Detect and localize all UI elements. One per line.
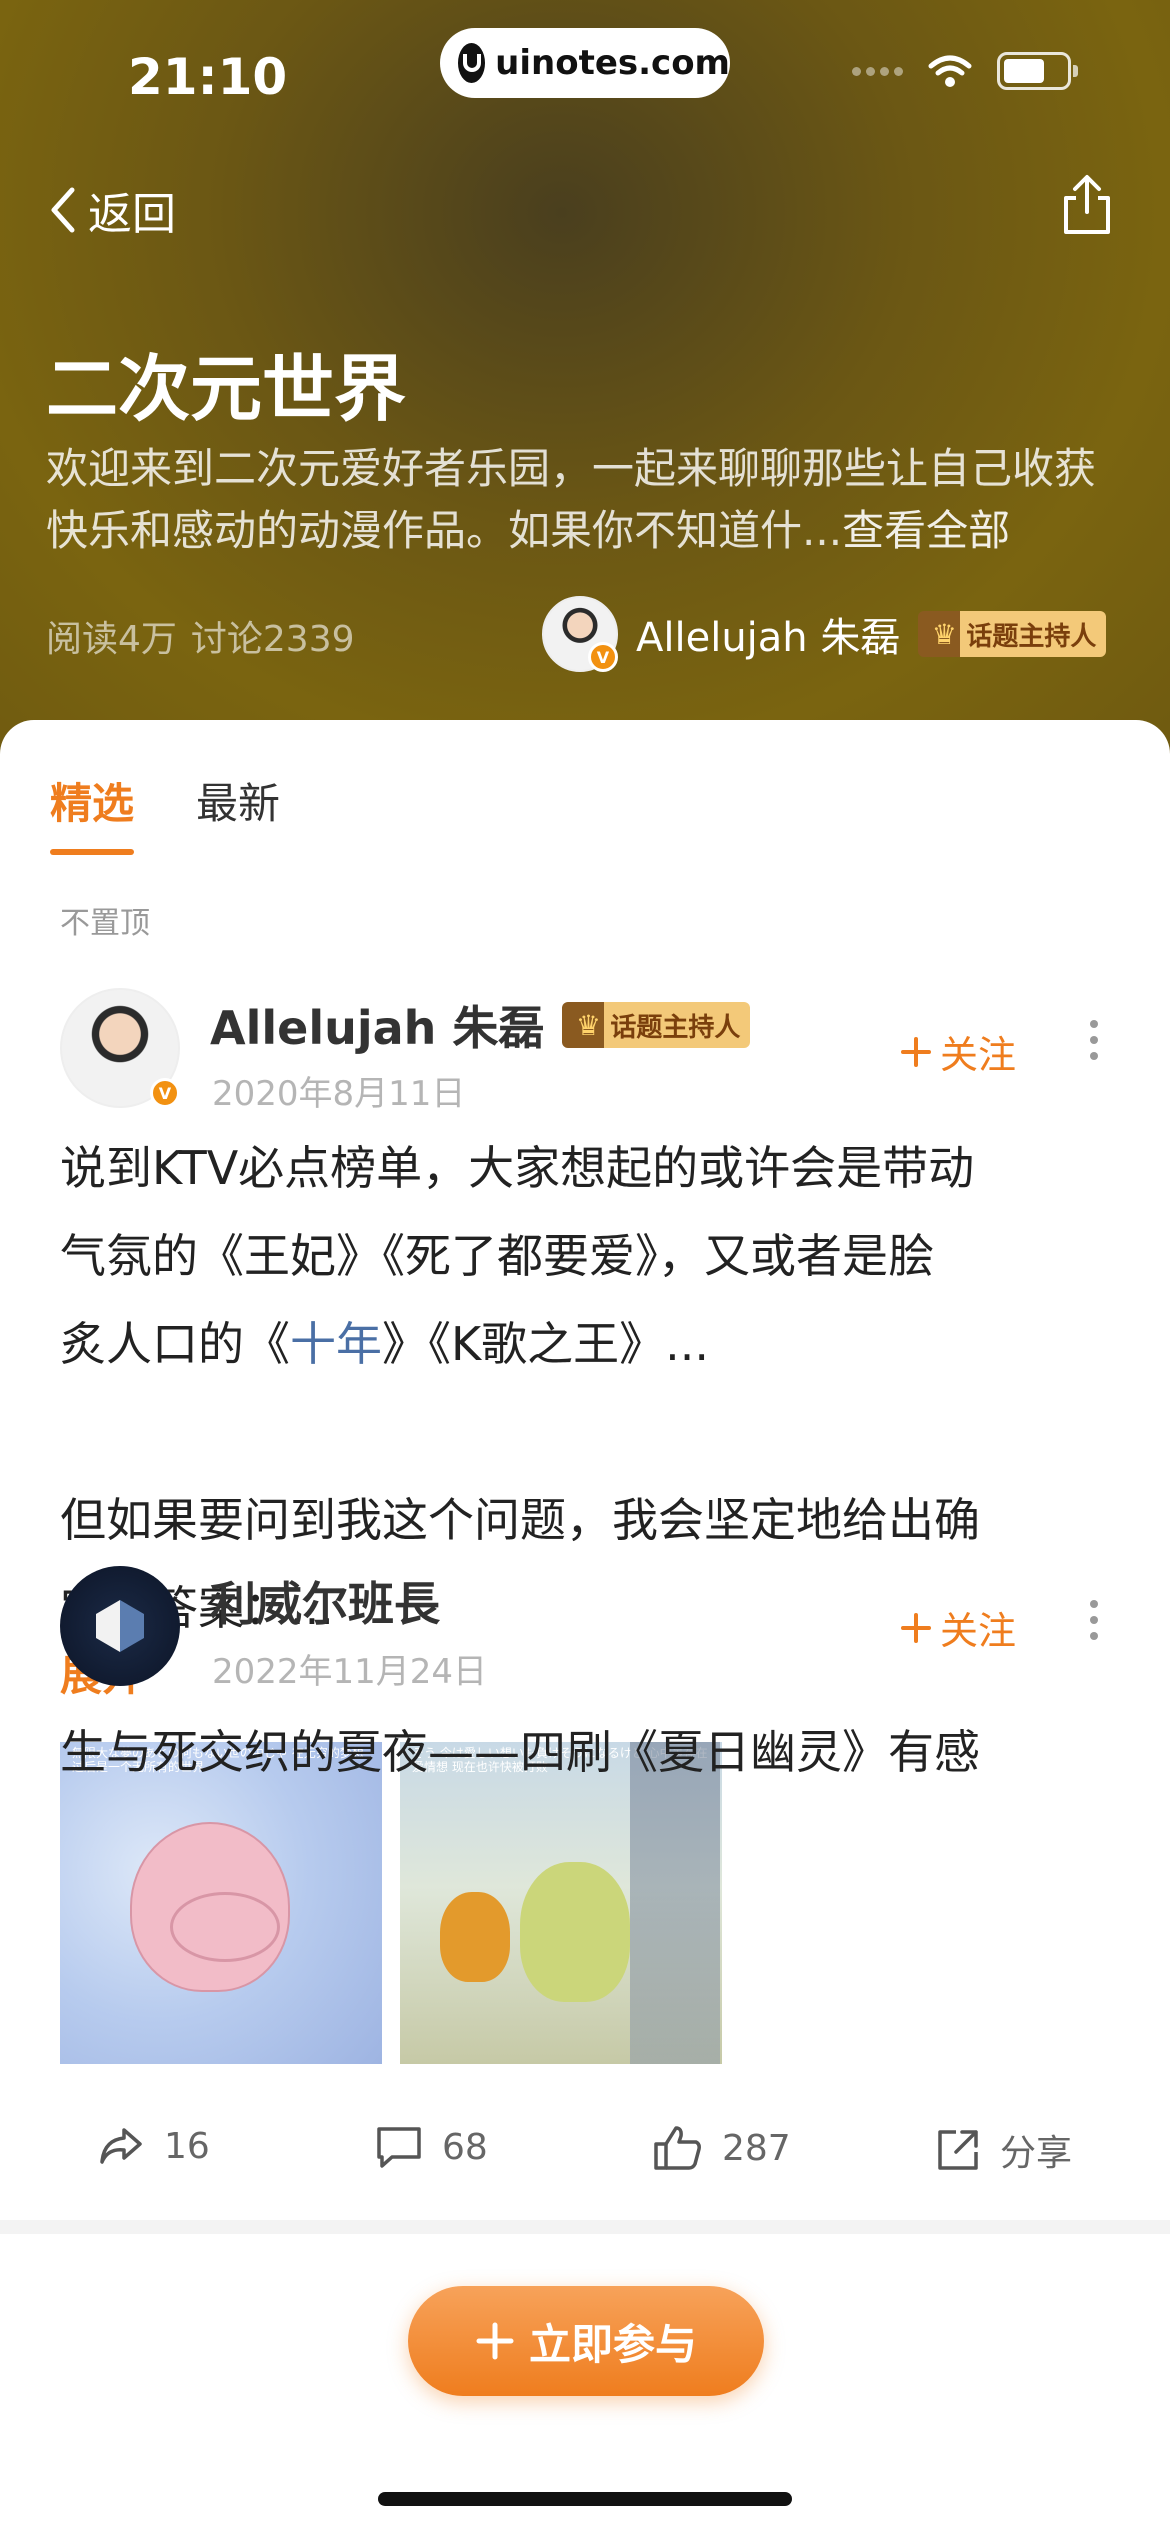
post-line: 说到KTV必点榜单，大家想起的或许会是带动 [60,1141,975,1195]
follow-button[interactable]: 关注 [900,1024,1016,1079]
battery-icon [997,52,1078,90]
song-link[interactable]: 十年 [290,1317,382,1371]
like-count: 287 [722,2127,791,2169]
post-line-part: 炙人口的《 [60,1317,290,1371]
post-author-avatar[interactable]: V [60,988,180,1108]
share-label: 分享 [1000,2133,1073,2174]
read-count: 阅读4万 [46,619,177,660]
host-avatar[interactable]: V [542,596,618,672]
pin-label: 不置顶 [60,906,150,941]
host-badge-label: 话题主持人 [966,621,1097,652]
post-header: V Allelujah 朱磊 ♛ 话题主持人 2020年8月11日 关注 [60,988,1120,1118]
crown-icon: ♛ [931,617,957,651]
topic-stats: 阅读4万 讨论2339 [46,610,355,662]
repost-count: 16 [164,2125,210,2167]
verified-badge-icon: V [588,642,618,672]
comment-button[interactable]: 68 [374,2124,488,2170]
post-date: 2020年8月11日 [212,1074,466,1114]
share-icon [1064,175,1110,234]
status-time: 21:10 [128,48,288,106]
post2-date: 2022年11月24日 [212,1652,488,1692]
host-badge: ♛ 话题主持人 [918,611,1107,657]
view-all-link[interactable]: 查看全部 [842,506,1010,555]
post2-text[interactable]: 生与死交织的夏夜——四刷《夏日幽灵》有感 [60,1716,980,1782]
post-author-name[interactable]: Allelujah 朱磊 [210,992,544,1058]
share-post-button[interactable]: 分享 [934,2124,1072,2176]
post-host-badge-label: 话题主持人 [610,1012,741,1043]
follow-label: 关注 [940,1033,1017,1077]
hat-brim-illustration [170,1892,280,1962]
status-indicators [852,52,1078,90]
post-image[interactable]: そう 今は愛しい想いも負けそうになるけど 心中虽存在爱情想 现在也许快被打败 [400,1742,722,2064]
follow-label-2: 关注 [940,1609,1017,1653]
home-indicator[interactable] [378,2492,792,2506]
share-button[interactable] [1058,172,1116,240]
more-options-icon-2[interactable] [1090,1600,1098,1640]
verified-badge-icon: V [150,1078,180,1108]
post-author: Allelujah 朱磊 ♛ 话题主持人 [210,992,751,1058]
post-line: 气氛的《王妃》《死了都要爱》，又或者是脍 [60,1229,934,1283]
topic-title: 二次元世界 [46,347,407,431]
like-button[interactable]: 287 [652,2124,791,2172]
host-name[interactable]: Allelujah 朱磊 [636,605,900,663]
repost-button[interactable]: 16 [96,2124,210,2168]
follow-button-2[interactable]: 关注 [900,1600,1016,1655]
plus-icon [476,2322,514,2360]
post2-author-avatar[interactable] [60,1566,180,1686]
url-pill: uinotes.com [440,28,730,98]
post-image[interactable]: 無限大な夢のあとの何もない世の中じゃ 在无穷的梦想过后是一个无所有的世界 [60,1742,382,2064]
tab-latest[interactable]: 最新 [196,770,280,855]
url-text: uinotes.com [495,43,730,83]
post-host-badge: ♛ 话题主持人 [562,1002,751,1048]
discussion-count: 讨论2339 [190,619,355,660]
tab-featured[interactable]: 精选 [50,770,135,855]
creature-illustration [440,1892,510,1982]
thumbs-up-icon [654,2126,701,2170]
topic-host[interactable]: V Allelujah 朱磊 ♛ 话题主持人 [542,596,1107,672]
comment-count: 68 [442,2126,488,2168]
signal-icon [852,66,903,76]
post-images: 無限大な夢のあとの何もない世の中じゃ 在无穷的梦想过后是一个无所有的世界 そう … [60,1742,722,2064]
share-external-icon [938,2130,978,2170]
post-line: 但如果要问到我这个问题，我会坚定地给出确 [60,1493,980,1547]
repost-arrow-icon [100,2128,142,2164]
plus-icon [901,1612,931,1643]
post-actions: 16 68 287 分享 [0,2124,1170,2204]
wifi-icon [928,55,972,87]
join-button[interactable]: 立即参与 [408,2286,764,2396]
comment-icon [377,2127,421,2168]
feed-tabs: 精选 最新 [50,770,280,855]
tree-illustration [630,1742,720,2064]
back-label: 返回 [88,189,176,240]
topic-description: 欢迎来到二次元爱好者乐园，一起来聊聊那些让自己收获快乐和感动的动漫作品。如果你不… [46,438,1136,562]
uinotes-logo-icon [458,43,486,83]
post-divider [0,2220,1170,2234]
join-label: 立即参与 [528,2319,697,2369]
topic-header: 21:10 uinotes.com 返回 二次元世界 欢迎来到二次元爱好者乐园，… [0,0,1170,760]
more-options-icon[interactable] [1090,1020,1098,1060]
post-line-part: 》《K歌之王》... [382,1317,710,1371]
plus-icon [901,1036,931,1067]
post2-author-name[interactable]: 利威尔班長 [210,1568,440,1634]
creature-illustration [520,1862,630,2002]
wings-of-freedom-icon [96,1600,144,1652]
crown-icon: ♛ [575,1008,601,1042]
post-line: 炙人口的《十年》《K歌之王》... [60,1300,1120,1388]
back-button[interactable]: 返回 [48,178,176,242]
chevron-left-icon [51,187,75,233]
